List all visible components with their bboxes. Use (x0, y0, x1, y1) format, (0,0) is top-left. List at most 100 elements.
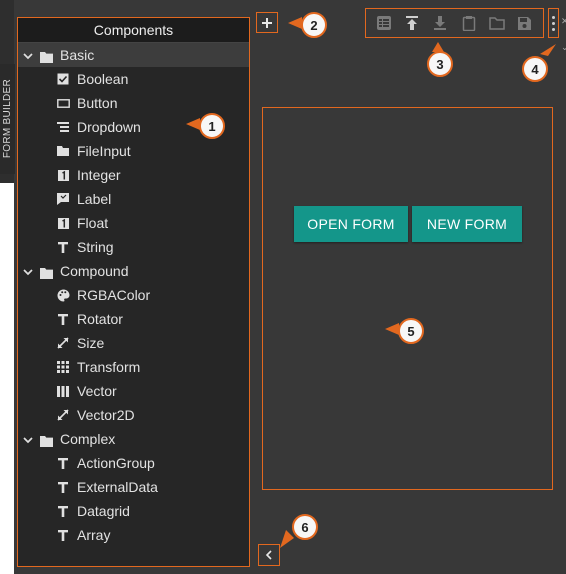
folder-open-icon (488, 17, 505, 30)
number-icon (56, 169, 70, 181)
folder-icon (40, 434, 53, 447)
close-icon[interactable]: ✕ (561, 16, 566, 27)
resize-icon (56, 409, 70, 421)
text-icon (56, 505, 70, 517)
save-icon (518, 16, 532, 30)
component-item-label: ExternalData (77, 479, 158, 495)
component-item-label: Transform (77, 359, 141, 375)
component-item-string[interactable]: String (18, 235, 249, 259)
callout-5-number: 5 (398, 318, 424, 344)
component-item-transform[interactable]: Transform (18, 355, 249, 379)
callout-2-number: 2 (301, 12, 327, 38)
component-item-float[interactable]: Float (18, 211, 249, 235)
components-panel: Components Basic Boolean Button Dropdown Fil… (17, 17, 250, 567)
chevron-down-icon (22, 265, 34, 277)
download-button[interactable] (430, 13, 450, 33)
component-item-label: Integer (77, 167, 121, 183)
component-item-label: Size (77, 335, 105, 351)
component-item-button[interactable]: Button (18, 91, 249, 115)
form-canvas: OPEN FORM NEW FORM (262, 107, 553, 490)
component-item-label: Datagrid (77, 503, 130, 519)
tree-group-label: Complex (60, 431, 116, 447)
component-item-label[interactable]: Label (18, 187, 249, 211)
component-item-vector2d[interactable]: Vector2D (18, 403, 249, 427)
component-item-label: ActionGroup (77, 455, 155, 471)
text-icon (56, 529, 70, 541)
plus-icon (262, 17, 272, 28)
component-item-label: Array (77, 527, 111, 543)
component-item-size[interactable]: Size (18, 331, 249, 355)
text-icon (56, 241, 70, 253)
tree-group-label: Compound (60, 263, 129, 279)
callout-6-number: 6 (292, 514, 318, 540)
folder-icon (40, 50, 53, 63)
component-item-label: Vector (77, 383, 117, 399)
new-form-button[interactable]: NEW FORM (412, 206, 522, 242)
upload-icon (406, 16, 419, 30)
chevron-left-icon (265, 550, 272, 560)
bars-icon (56, 385, 70, 397)
clipboard-icon (462, 16, 475, 31)
form-toolbar (365, 8, 544, 38)
kebab-dot-icon (552, 21, 555, 25)
tree-group-compound[interactable]: Compound (18, 259, 249, 283)
component-item-rgbacolor[interactable]: RGBAColor (18, 283, 249, 307)
folder-icon (40, 266, 53, 279)
component-item-label: Dropdown (77, 119, 141, 135)
form-builder-tab[interactable]: FORM BUILDER (0, 64, 15, 174)
component-item-label: Vector2D (77, 407, 135, 423)
components-title: Components (18, 18, 249, 43)
component-item-array[interactable]: Array (18, 523, 249, 547)
tree-group-complex[interactable]: Complex (18, 427, 249, 451)
component-item-datagrid[interactable]: Datagrid (18, 499, 249, 523)
component-item-actiongroup[interactable]: ActionGroup (18, 451, 249, 475)
component-item-label: Rotator (77, 311, 123, 327)
component-item-label: Boolean (77, 71, 129, 87)
component-item-fileinput[interactable]: FileInput (18, 139, 249, 163)
checkbox-icon (56, 73, 70, 85)
button-icon (56, 98, 70, 108)
palette-icon (56, 289, 70, 302)
component-item-rotator[interactable]: Rotator (18, 307, 249, 331)
clipboard-button[interactable] (459, 13, 479, 33)
add-button[interactable] (256, 12, 278, 33)
text-icon (56, 313, 70, 325)
list-icon (56, 122, 70, 132)
text-icon (56, 481, 70, 493)
open-form-button[interactable]: OPEN FORM (294, 206, 408, 242)
form-list-icon (377, 16, 392, 30)
component-item-label: Float (77, 215, 109, 231)
upload-button[interactable] (402, 13, 422, 33)
callout-1-number: 1 (199, 113, 225, 139)
component-item-label: String (77, 239, 114, 255)
form-builder-app: FORM BUILDER Components Basic Boolean Butt… (0, 0, 566, 574)
kebab-dot-icon (552, 15, 555, 19)
callout-4-number: 4 (522, 56, 548, 82)
component-item-vector[interactable]: Vector (18, 379, 249, 403)
open-folder-button[interactable] (487, 13, 507, 33)
text-icon (56, 457, 70, 469)
download-icon (434, 16, 447, 30)
form-list-button[interactable] (374, 13, 394, 33)
callout-3-number: 3 (427, 51, 453, 77)
chevron-down-icon (22, 433, 34, 445)
more-options-button[interactable] (548, 8, 559, 38)
resize-icon (56, 337, 70, 349)
save-button[interactable] (515, 13, 535, 33)
component-item-label: FileInput (77, 143, 131, 159)
tree-group-label: Basic (60, 47, 95, 63)
chevron-down-icon (22, 49, 34, 61)
form-builder-tab-label: FORM BUILDER (2, 79, 13, 159)
collapse-panel-button[interactable] (258, 544, 280, 566)
label-icon (56, 193, 70, 205)
component-item-externaldata[interactable]: ExternalData (18, 475, 249, 499)
component-item-integer[interactable]: Integer (18, 163, 249, 187)
window-edge (0, 183, 14, 574)
kebab-dot-icon (552, 27, 555, 31)
tree-group-basic[interactable]: Basic (18, 43, 249, 67)
component-item-label: RGBAColor (77, 287, 151, 303)
component-item-label: Label (77, 191, 112, 207)
grid-icon (56, 361, 70, 373)
component-item-boolean[interactable]: Boolean (18, 67, 249, 91)
number-icon (56, 217, 70, 229)
